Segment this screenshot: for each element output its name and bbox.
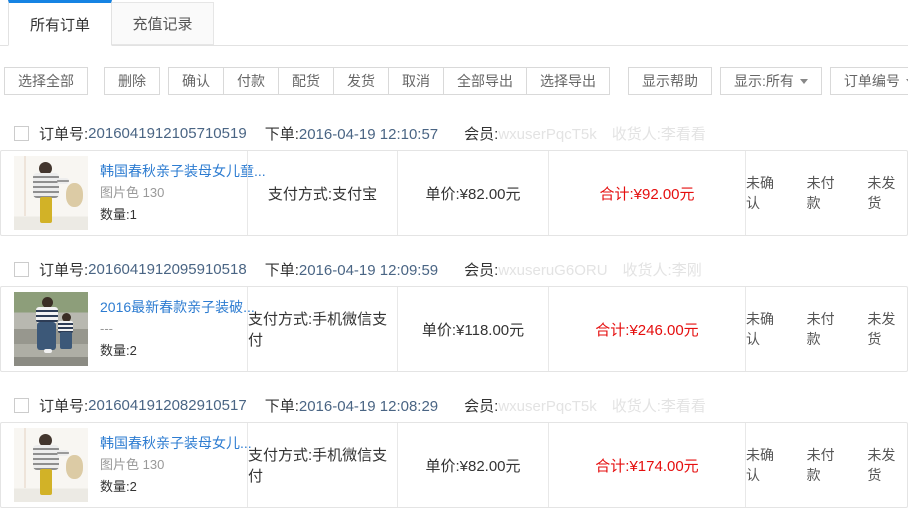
member-value-masked: wxuserPqcT5k 收货人:李看看 <box>498 398 706 415</box>
tab-bar: 所有订单 充值记录 <box>0 0 908 46</box>
order-checkbox[interactable] <box>14 262 29 277</box>
pay-button[interactable]: 付款 <box>223 67 279 95</box>
order-block: 订单号:2016041912105710519 下单:2016-04-19 12… <box>0 116 908 236</box>
product-variant: 图片色 130 <box>100 454 252 476</box>
placed-value: 2016-04-19 12:10:57 <box>299 126 438 143</box>
product-quantity: 数量:2 <box>100 340 255 362</box>
status-unshipped: 未发货 <box>867 445 907 485</box>
member-label: 会员: <box>464 262 498 279</box>
status-unpaid: 未付款 <box>807 445 847 485</box>
product-cell: 2016最新春款亲子装破... --- 数量:2 <box>1 287 247 371</box>
member-label: 会员: <box>464 126 498 143</box>
toolbar-right: 显示:所有 订单编号 <box>712 64 908 98</box>
select-all-button[interactable]: 选择全部 <box>4 67 88 95</box>
product-variant: --- <box>100 318 255 340</box>
product-quantity: 数量:1 <box>100 204 266 226</box>
product-cell: 韩国春秋亲子装母女儿童... 图片色 130 数量:1 <box>1 151 247 235</box>
unit-price: 单价:¥82.00元 <box>397 151 548 235</box>
payment-method: 支付方式:手机微信支付 <box>247 423 397 507</box>
placed-label: 下单: <box>265 262 299 279</box>
order-no-value: 2016041912082910517 <box>88 397 247 414</box>
order-total: 合计:¥246.00元 <box>548 287 745 371</box>
status-unpaid: 未付款 <box>807 309 847 349</box>
placed-value: 2016-04-19 12:09:59 <box>299 262 438 279</box>
display-filter-label: 显示:所有 <box>734 71 794 91</box>
ship-button[interactable]: 发货 <box>333 67 389 95</box>
order-action-group: 确认 付款 配货 发货 取消 全部导出 选择导出 <box>168 67 610 95</box>
order-no-label: 订单号: <box>39 123 88 144</box>
unit-price: 单价:¥82.00元 <box>397 423 548 507</box>
payment-method: 支付方式:手机微信支付 <box>247 287 397 371</box>
order-no-filter-dropdown[interactable]: 订单编号 <box>830 67 908 95</box>
status-cell: 未确认 未付款 未发货 <box>745 287 907 371</box>
product-variant: 图片色 130 <box>100 182 266 204</box>
order-no-value: 2016041912095910518 <box>88 261 247 278</box>
order-row: 2016最新春款亲子装破... --- 数量:2 支付方式:手机微信支付 单价:… <box>0 286 908 372</box>
placed-label: 下单: <box>265 126 299 143</box>
order-checkbox[interactable] <box>14 398 29 413</box>
order-total: 合计:¥174.00元 <box>548 423 745 507</box>
product-thumbnail[interactable] <box>14 292 88 366</box>
order-total: 合计:¥92.00元 <box>548 151 745 235</box>
placed-label: 下单: <box>265 398 299 415</box>
status-unconfirmed: 未确认 <box>746 309 786 349</box>
order-header: 订单号:2016041912095910518 下单:2016-04-19 12… <box>0 252 908 286</box>
order-block: 订单号:2016041912095910518 下单:2016-04-19 12… <box>0 252 908 372</box>
toolbar: 选择全部 删除 确认 付款 配货 发货 取消 全部导出 选择导出 显示帮助 显示… <box>0 46 908 100</box>
member-value-masked: wxuseruG6ORU 收货人:李刚 <box>498 262 701 279</box>
order-no-label: 订单号: <box>39 259 88 280</box>
payment-method: 支付方式:支付宝 <box>247 151 397 235</box>
product-thumbnail[interactable] <box>14 428 88 502</box>
order-no-label: 订单号: <box>39 395 88 416</box>
status-cell: 未确认 未付款 未发货 <box>745 151 907 235</box>
display-filter-dropdown[interactable]: 显示:所有 <box>720 67 822 95</box>
delete-button[interactable]: 删除 <box>104 67 160 95</box>
order-no-filter-label: 订单编号 <box>844 71 900 91</box>
export-selected-button[interactable]: 选择导出 <box>526 67 610 95</box>
tab-recharge-records[interactable]: 充值记录 <box>112 2 214 45</box>
tab-all-orders[interactable]: 所有订单 <box>8 0 112 46</box>
order-header: 订单号:2016041912105710519 下单:2016-04-19 12… <box>0 116 908 150</box>
member-value-masked: wxuserPqcT5k 收货人:李看看 <box>498 126 706 143</box>
order-block: 订单号:2016041912082910517 下单:2016-04-19 12… <box>0 388 908 508</box>
order-no-value: 2016041912105710519 <box>88 125 247 142</box>
chevron-down-icon <box>800 79 808 84</box>
member-label: 会员: <box>464 398 498 415</box>
confirm-button[interactable]: 确认 <box>168 67 224 95</box>
status-cell: 未确认 未付款 未发货 <box>745 423 907 507</box>
unit-price: 单价:¥118.00元 <box>397 287 548 371</box>
status-unshipped: 未发货 <box>867 173 907 213</box>
product-quantity: 数量:2 <box>100 476 252 498</box>
product-thumbnail[interactable] <box>14 156 88 230</box>
product-cell: 韩国春秋亲子装母女儿... 图片色 130 数量:2 <box>1 423 247 507</box>
status-unconfirmed: 未确认 <box>746 445 786 485</box>
order-row: 韩国春秋亲子装母女儿... 图片色 130 数量:2 支付方式:手机微信支付 单… <box>0 422 908 508</box>
export-all-button[interactable]: 全部导出 <box>443 67 527 95</box>
status-unpaid: 未付款 <box>807 173 847 213</box>
allocate-button[interactable]: 配货 <box>278 67 334 95</box>
placed-value: 2016-04-19 12:08:29 <box>299 398 438 415</box>
order-checkbox[interactable] <box>14 126 29 141</box>
product-title-link[interactable]: 韩国春秋亲子装母女儿童... <box>100 160 266 182</box>
show-help-button[interactable]: 显示帮助 <box>628 67 712 95</box>
cancel-button[interactable]: 取消 <box>388 67 444 95</box>
status-unshipped: 未发货 <box>867 309 907 349</box>
product-title-link[interactable]: 韩国春秋亲子装母女儿... <box>100 432 252 454</box>
order-row: 韩国春秋亲子装母女儿童... 图片色 130 数量:1 支付方式:支付宝 单价:… <box>0 150 908 236</box>
order-header: 订单号:2016041912082910517 下单:2016-04-19 12… <box>0 388 908 422</box>
product-title-link[interactable]: 2016最新春款亲子装破... <box>100 296 255 318</box>
status-unconfirmed: 未确认 <box>746 173 786 213</box>
